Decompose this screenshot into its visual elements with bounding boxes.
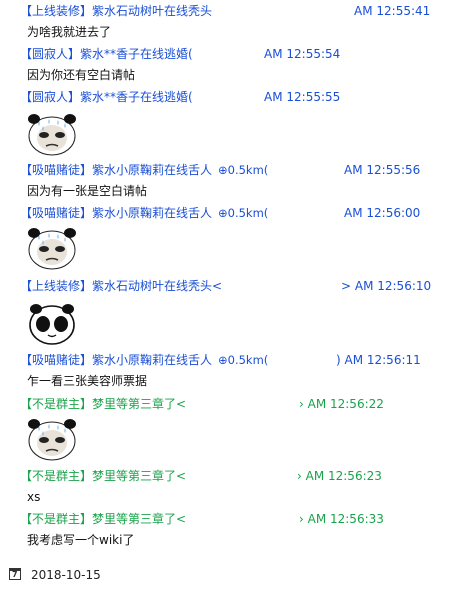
message-text: xs: [27, 490, 41, 504]
message-text: 我考虑写一个wiki了: [27, 533, 135, 547]
message-distance: ⊕0.5km(: [218, 163, 269, 177]
message-time: › AM 12:56:23: [297, 469, 382, 483]
date-label: 2018-10-15: [31, 568, 101, 582]
message-text: 因为有一张是空白请帖: [27, 184, 148, 198]
message-sender[interactable]: 【圆寂人】紫水**香子在线逃婚(: [20, 89, 193, 105]
message-sender[interactable]: 【吸喵赌徒】紫水小原鞠莉在线舌人: [20, 205, 212, 221]
message-sender[interactable]: 【不是群主】梦里等第三章了<: [20, 468, 186, 484]
message-time: AM 12:55:41: [354, 4, 431, 18]
message-time: › AM 12:56:22: [299, 397, 384, 411]
message-time: AM 12:55:55: [264, 90, 341, 104]
message-time: > AM 12:56:10: [341, 279, 432, 293]
message-time: AM 12:55:54: [264, 47, 341, 61]
message-sender[interactable]: 【上线装修】紫水石动树叶在线秃头: [20, 3, 212, 19]
panda-sunglasses-face-sticker[interactable]: [27, 300, 77, 346]
date-bar[interactable]: 7 2018-10-15: [0, 565, 461, 587]
message-time: › AM 12:56:33: [299, 512, 384, 526]
message-sender[interactable]: 【吸喵赌徒】紫水小原鞠莉在线舌人: [20, 352, 212, 368]
message-text: 为啥我就进去了: [27, 25, 112, 39]
panda-crying-face-sticker[interactable]: [27, 111, 77, 157]
panda-crying-face-sticker[interactable]: [27, 416, 77, 462]
message-sender[interactable]: 【不是群主】梦里等第三章了<: [20, 396, 186, 412]
message-text: 因为你还有空白请帖: [27, 68, 136, 82]
message-time: AM 12:55:56: [344, 163, 421, 177]
panda-crying-face-sticker[interactable]: [27, 225, 77, 271]
message-time: ) AM 12:56:11: [336, 353, 421, 367]
calendar-icon-number: 7: [12, 570, 18, 579]
message-distance: ⊕0.5km(: [218, 353, 269, 367]
message-sender[interactable]: 【不是群主】梦里等第三章了<: [20, 511, 186, 527]
message-distance: ⊕0.5km(: [218, 206, 269, 220]
message-sender[interactable]: 【圆寂人】紫水**香子在线逃婚(: [20, 46, 193, 62]
message-sender[interactable]: 【吸喵赌徒】紫水小原鞠莉在线舌人: [20, 162, 212, 178]
message-text: 乍一看三张美容师票据: [27, 374, 148, 388]
calendar-icon[interactable]: 7: [8, 567, 21, 580]
message-time: AM 12:56:00: [344, 206, 421, 220]
message-sender[interactable]: 【上线装修】紫水石动树叶在线秃头<: [20, 278, 222, 294]
